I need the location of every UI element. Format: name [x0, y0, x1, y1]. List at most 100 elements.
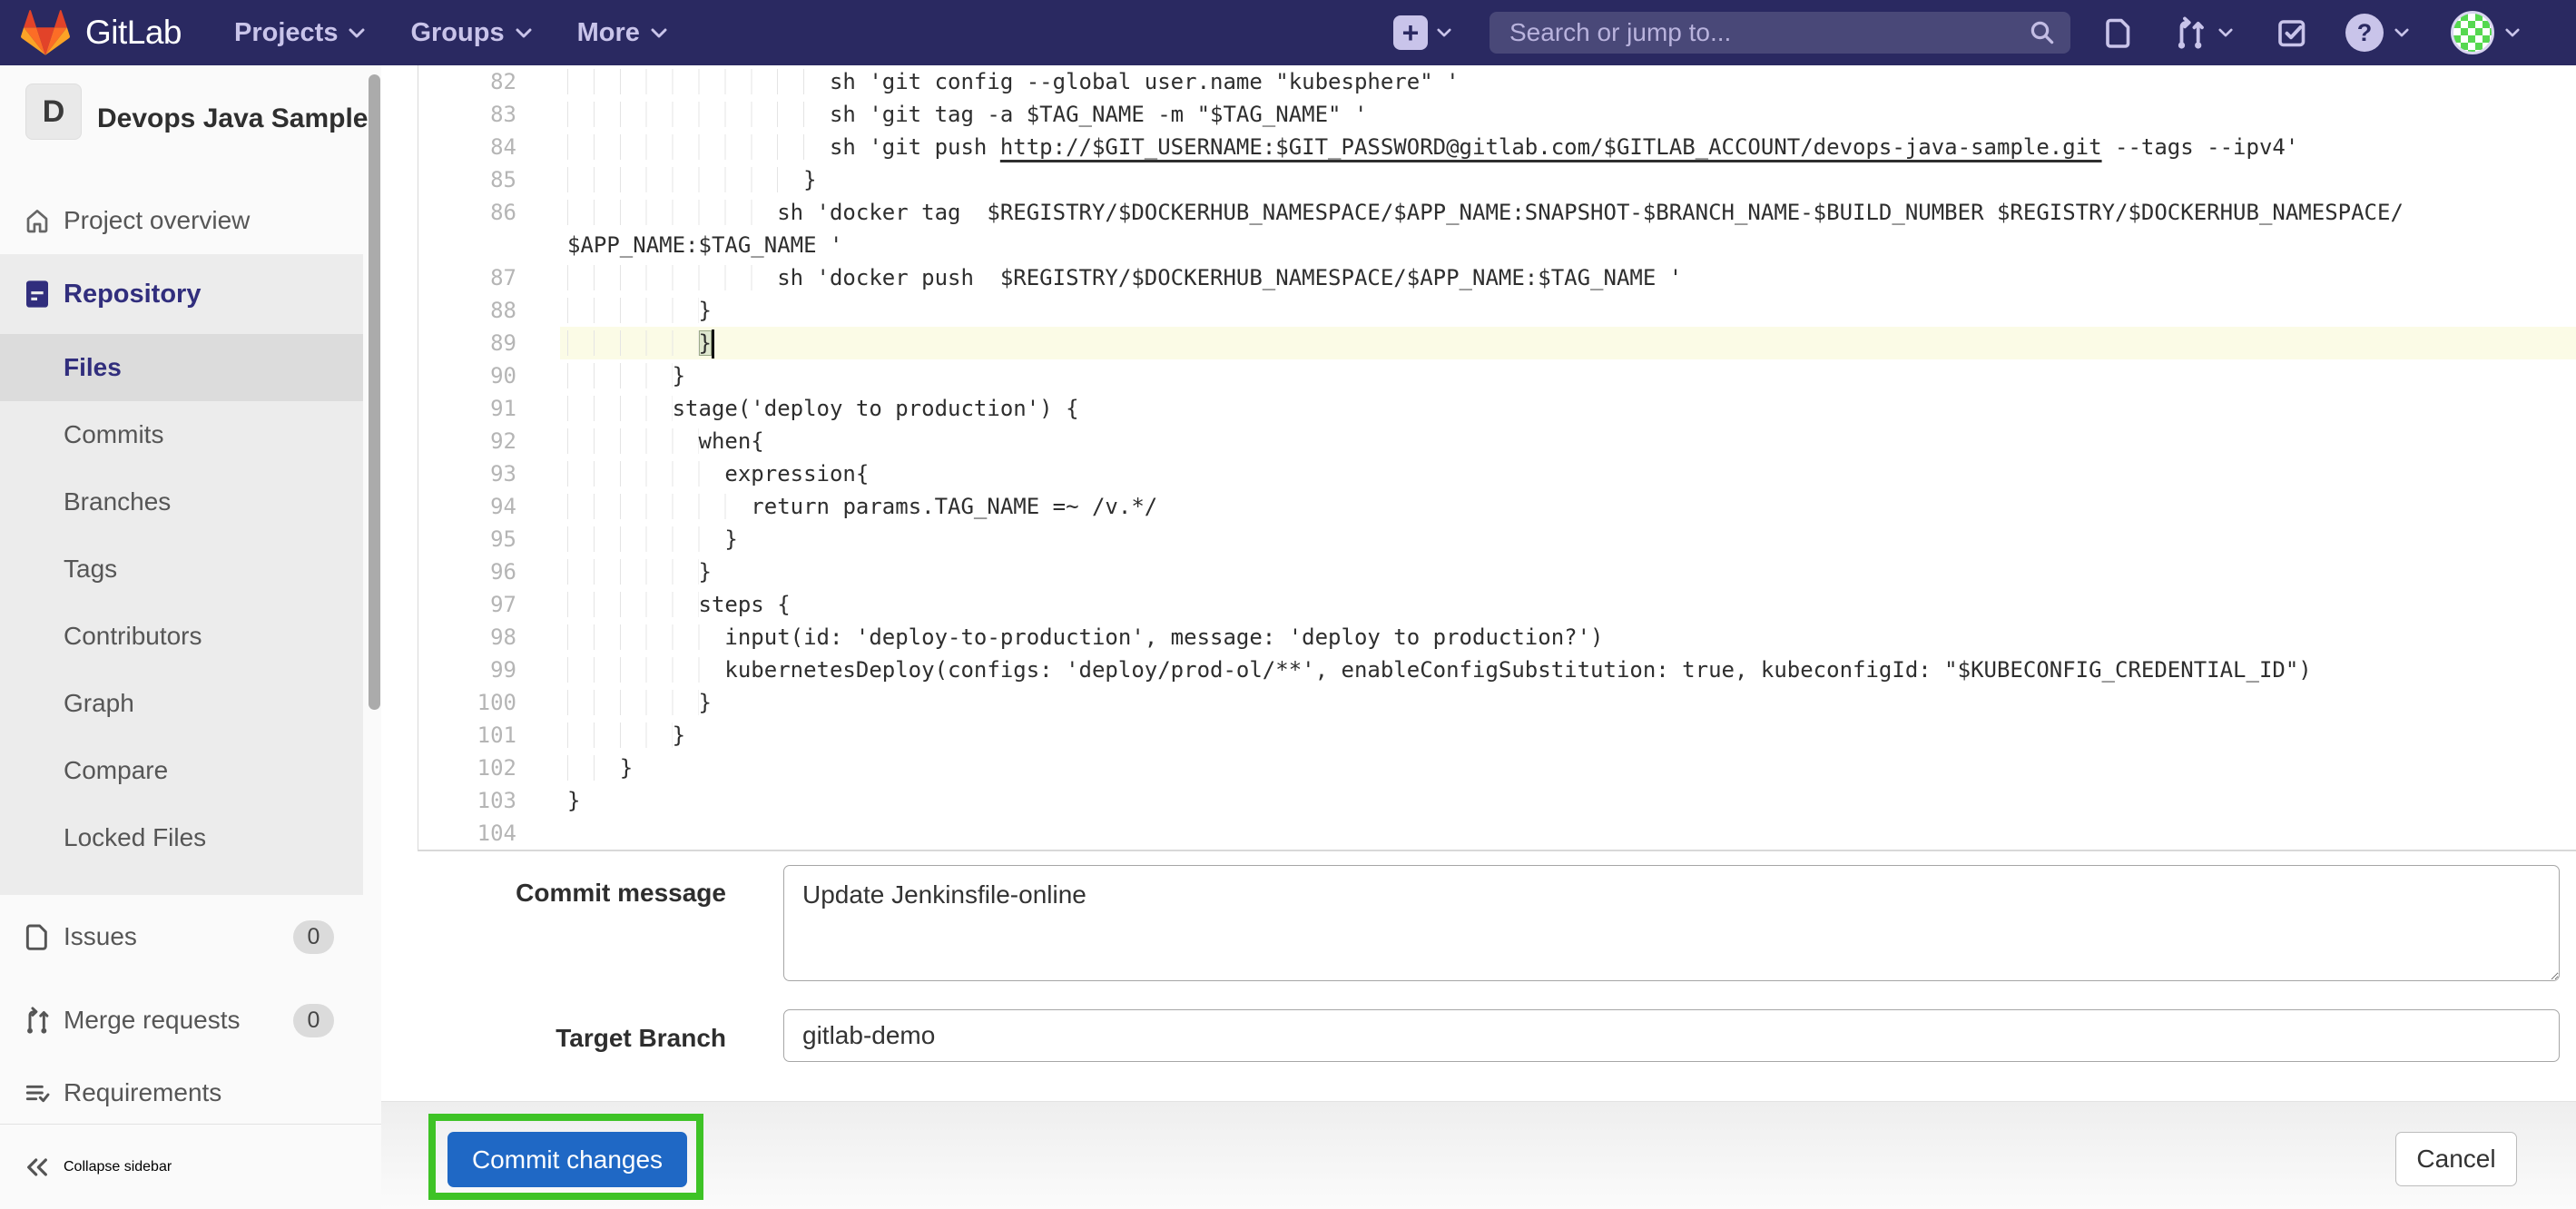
code-line[interactable]: 103} — [418, 784, 2576, 817]
sidebar-item-requirements[interactable]: Requirements — [0, 1062, 363, 1124]
nav-groups[interactable]: Groups — [410, 18, 531, 48]
sidebar-item-label: Graph — [64, 689, 134, 718]
line-number: 90 — [418, 359, 560, 392]
sidebar-item-merge-requests[interactable]: Merge requests 0 — [0, 978, 363, 1062]
sidebar-item-label: Project overview — [64, 206, 250, 235]
code-line[interactable]: 97 steps { — [418, 588, 2576, 621]
code-line[interactable]: 84 sh 'git push http://$GIT_USERNAME:$GI… — [418, 131, 2576, 163]
commit-changes-button[interactable]: Commit changes — [447, 1132, 687, 1187]
gitlab-tanuki-icon — [20, 8, 71, 57]
sidebar-item-label: Contributors — [64, 622, 202, 651]
code-text: input(id: 'deploy-to-production', messag… — [560, 621, 2576, 654]
merge-requests-count-badge: 0 — [293, 1004, 334, 1037]
sidebar-item-project-overview[interactable]: Project overview — [0, 187, 363, 254]
line-number: 96 — [418, 555, 560, 588]
code-line[interactable]: 92 when{ — [418, 425, 2576, 457]
sidebar-item-commits[interactable]: Commits — [0, 401, 363, 468]
code-line[interactable]: 99 kubernetesDeploy(configs: 'deploy/pro… — [418, 654, 2576, 686]
nav-groups-label: Groups — [410, 18, 504, 48]
todos-button[interactable] — [2275, 16, 2307, 49]
code-line[interactable]: 82 sh 'git config --global user.name "ku… — [418, 65, 2576, 98]
line-number — [418, 229, 560, 261]
code-line[interactable]: 94 return params.TAG_NAME =~ /v.*/ — [418, 490, 2576, 523]
code-text: } — [560, 555, 2576, 588]
code-line[interactable]: 87 sh 'docker push $REGISTRY/$DOCKERHUB_… — [418, 261, 2576, 294]
sidebar-item-compare[interactable]: Compare — [0, 737, 363, 804]
code-line[interactable]: 95 } — [418, 523, 2576, 555]
merge-request-icon — [22, 1005, 53, 1036]
code-editor[interactable]: 82 sh 'git config --global user.name "ku… — [418, 65, 2576, 851]
code-line[interactable]: $APP_NAME:$TAG_NAME ' — [418, 229, 2576, 261]
search-box[interactable] — [1490, 12, 2070, 54]
gitlab-logo[interactable]: GitLab — [20, 8, 182, 57]
code-line[interactable]: 91 stage('deploy to production') { — [418, 392, 2576, 425]
code-line[interactable]: 101 } — [418, 719, 2576, 752]
user-avatar — [2451, 11, 2494, 54]
user-menu-button[interactable] — [2451, 11, 2520, 54]
new-menu-button[interactable]: + — [1393, 15, 1451, 50]
nav-projects-label: Projects — [234, 18, 338, 48]
line-number: 84 — [418, 131, 560, 163]
code-text: } — [560, 327, 2576, 359]
code-text: kubernetesDeploy(configs: 'deploy/prod-o… — [560, 654, 2576, 686]
sidebar-item-tags[interactable]: Tags — [0, 536, 363, 603]
code-line[interactable]: 88 } — [418, 294, 2576, 327]
chevron-down-icon — [349, 28, 365, 38]
help-menu-button[interactable]: ? — [2345, 14, 2409, 52]
project-name[interactable]: Devops Java Sample — [97, 103, 369, 134]
cancel-button[interactable]: Cancel — [2395, 1132, 2517, 1186]
code-line[interactable]: 86 sh 'docker tag $REGISTRY/$DOCKERHUB_N… — [418, 196, 2576, 229]
code-text: stage('deploy to production') { — [560, 392, 2576, 425]
code-text: } — [560, 163, 2576, 196]
sidebar-item-graph[interactable]: Graph — [0, 670, 363, 737]
code-line[interactable]: 89 } — [418, 327, 2576, 359]
code-text: sh 'git tag -a $TAG_NAME -m "$TAG_NAME" … — [560, 98, 2576, 131]
code-text: sh 'git config --global user.name "kubes… — [560, 65, 2576, 98]
collapse-chevrons-icon — [22, 1152, 53, 1183]
search-input[interactable] — [1509, 18, 2029, 47]
sidebar-item-locked-files[interactable]: Locked Files — [0, 804, 363, 871]
collapse-sidebar-button[interactable]: Collapse sidebar — [0, 1124, 381, 1209]
code-line[interactable]: 98 input(id: 'deploy-to-production', mes… — [418, 621, 2576, 654]
project-avatar[interactable]: D — [25, 84, 82, 140]
line-number: 89 — [418, 327, 560, 359]
line-number: 86 — [418, 196, 560, 229]
sidebar-item-branches[interactable]: Branches — [0, 468, 363, 536]
sidebar-scrollbar[interactable] — [369, 74, 380, 710]
code-line[interactable]: 100 } — [418, 686, 2576, 719]
line-number: 82 — [418, 65, 560, 98]
sidebar-item-files[interactable]: Files — [0, 334, 363, 401]
nav-more-label: More — [577, 18, 640, 48]
code-text: } — [560, 752, 2576, 784]
issues-dashboard-button[interactable] — [2102, 16, 2135, 49]
nav-more[interactable]: More — [577, 18, 667, 48]
code-line[interactable]: 85 } — [418, 163, 2576, 196]
top-navbar: GitLab Projects Groups More + — [0, 0, 2576, 65]
code-text: } — [560, 523, 2576, 555]
sidebar-item-label: Requirements — [64, 1078, 221, 1107]
sidebar-item-issues[interactable]: Issues 0 — [0, 895, 363, 978]
code-line[interactable]: 102 } — [418, 752, 2576, 784]
code-url-link[interactable]: http://$GIT_USERNAME:$GIT_PASSWORD@gitla… — [1000, 134, 2102, 160]
merge-requests-button[interactable] — [2173, 15, 2233, 50]
code-line[interactable]: 93 expression{ — [418, 457, 2576, 490]
code-text: sh 'docker tag $REGISTRY/$DOCKERHUB_NAME… — [560, 196, 2576, 229]
sidebar-item-label: Repository — [64, 280, 201, 310]
nav-projects[interactable]: Projects — [234, 18, 365, 48]
code-text: sh 'git push http://$GIT_USERNAME:$GIT_P… — [560, 131, 2576, 163]
repository-doc-icon — [22, 279, 53, 310]
code-line[interactable]: 83 sh 'git tag -a $TAG_NAME -m "$TAG_NAM… — [418, 98, 2576, 131]
sidebar-item-label: Commits — [64, 420, 163, 449]
sidebar-item-repository[interactable]: Repository — [0, 254, 363, 334]
sidebar-item-contributors[interactable]: Contributors — [0, 603, 363, 670]
sidebar-item-label: Locked Files — [64, 823, 206, 852]
code-line[interactable]: 90 } — [418, 359, 2576, 392]
code-line[interactable]: 104 — [418, 817, 2576, 850]
line-number: 100 — [418, 686, 560, 719]
code-text: } — [560, 686, 2576, 719]
sidebar-item-label: Files — [64, 353, 122, 382]
commit-message-input[interactable]: Update Jenkinsfile-online — [783, 865, 2560, 981]
todo-check-icon — [2275, 16, 2307, 49]
target-branch-input[interactable] — [783, 1009, 2560, 1062]
code-line[interactable]: 96 } — [418, 555, 2576, 588]
